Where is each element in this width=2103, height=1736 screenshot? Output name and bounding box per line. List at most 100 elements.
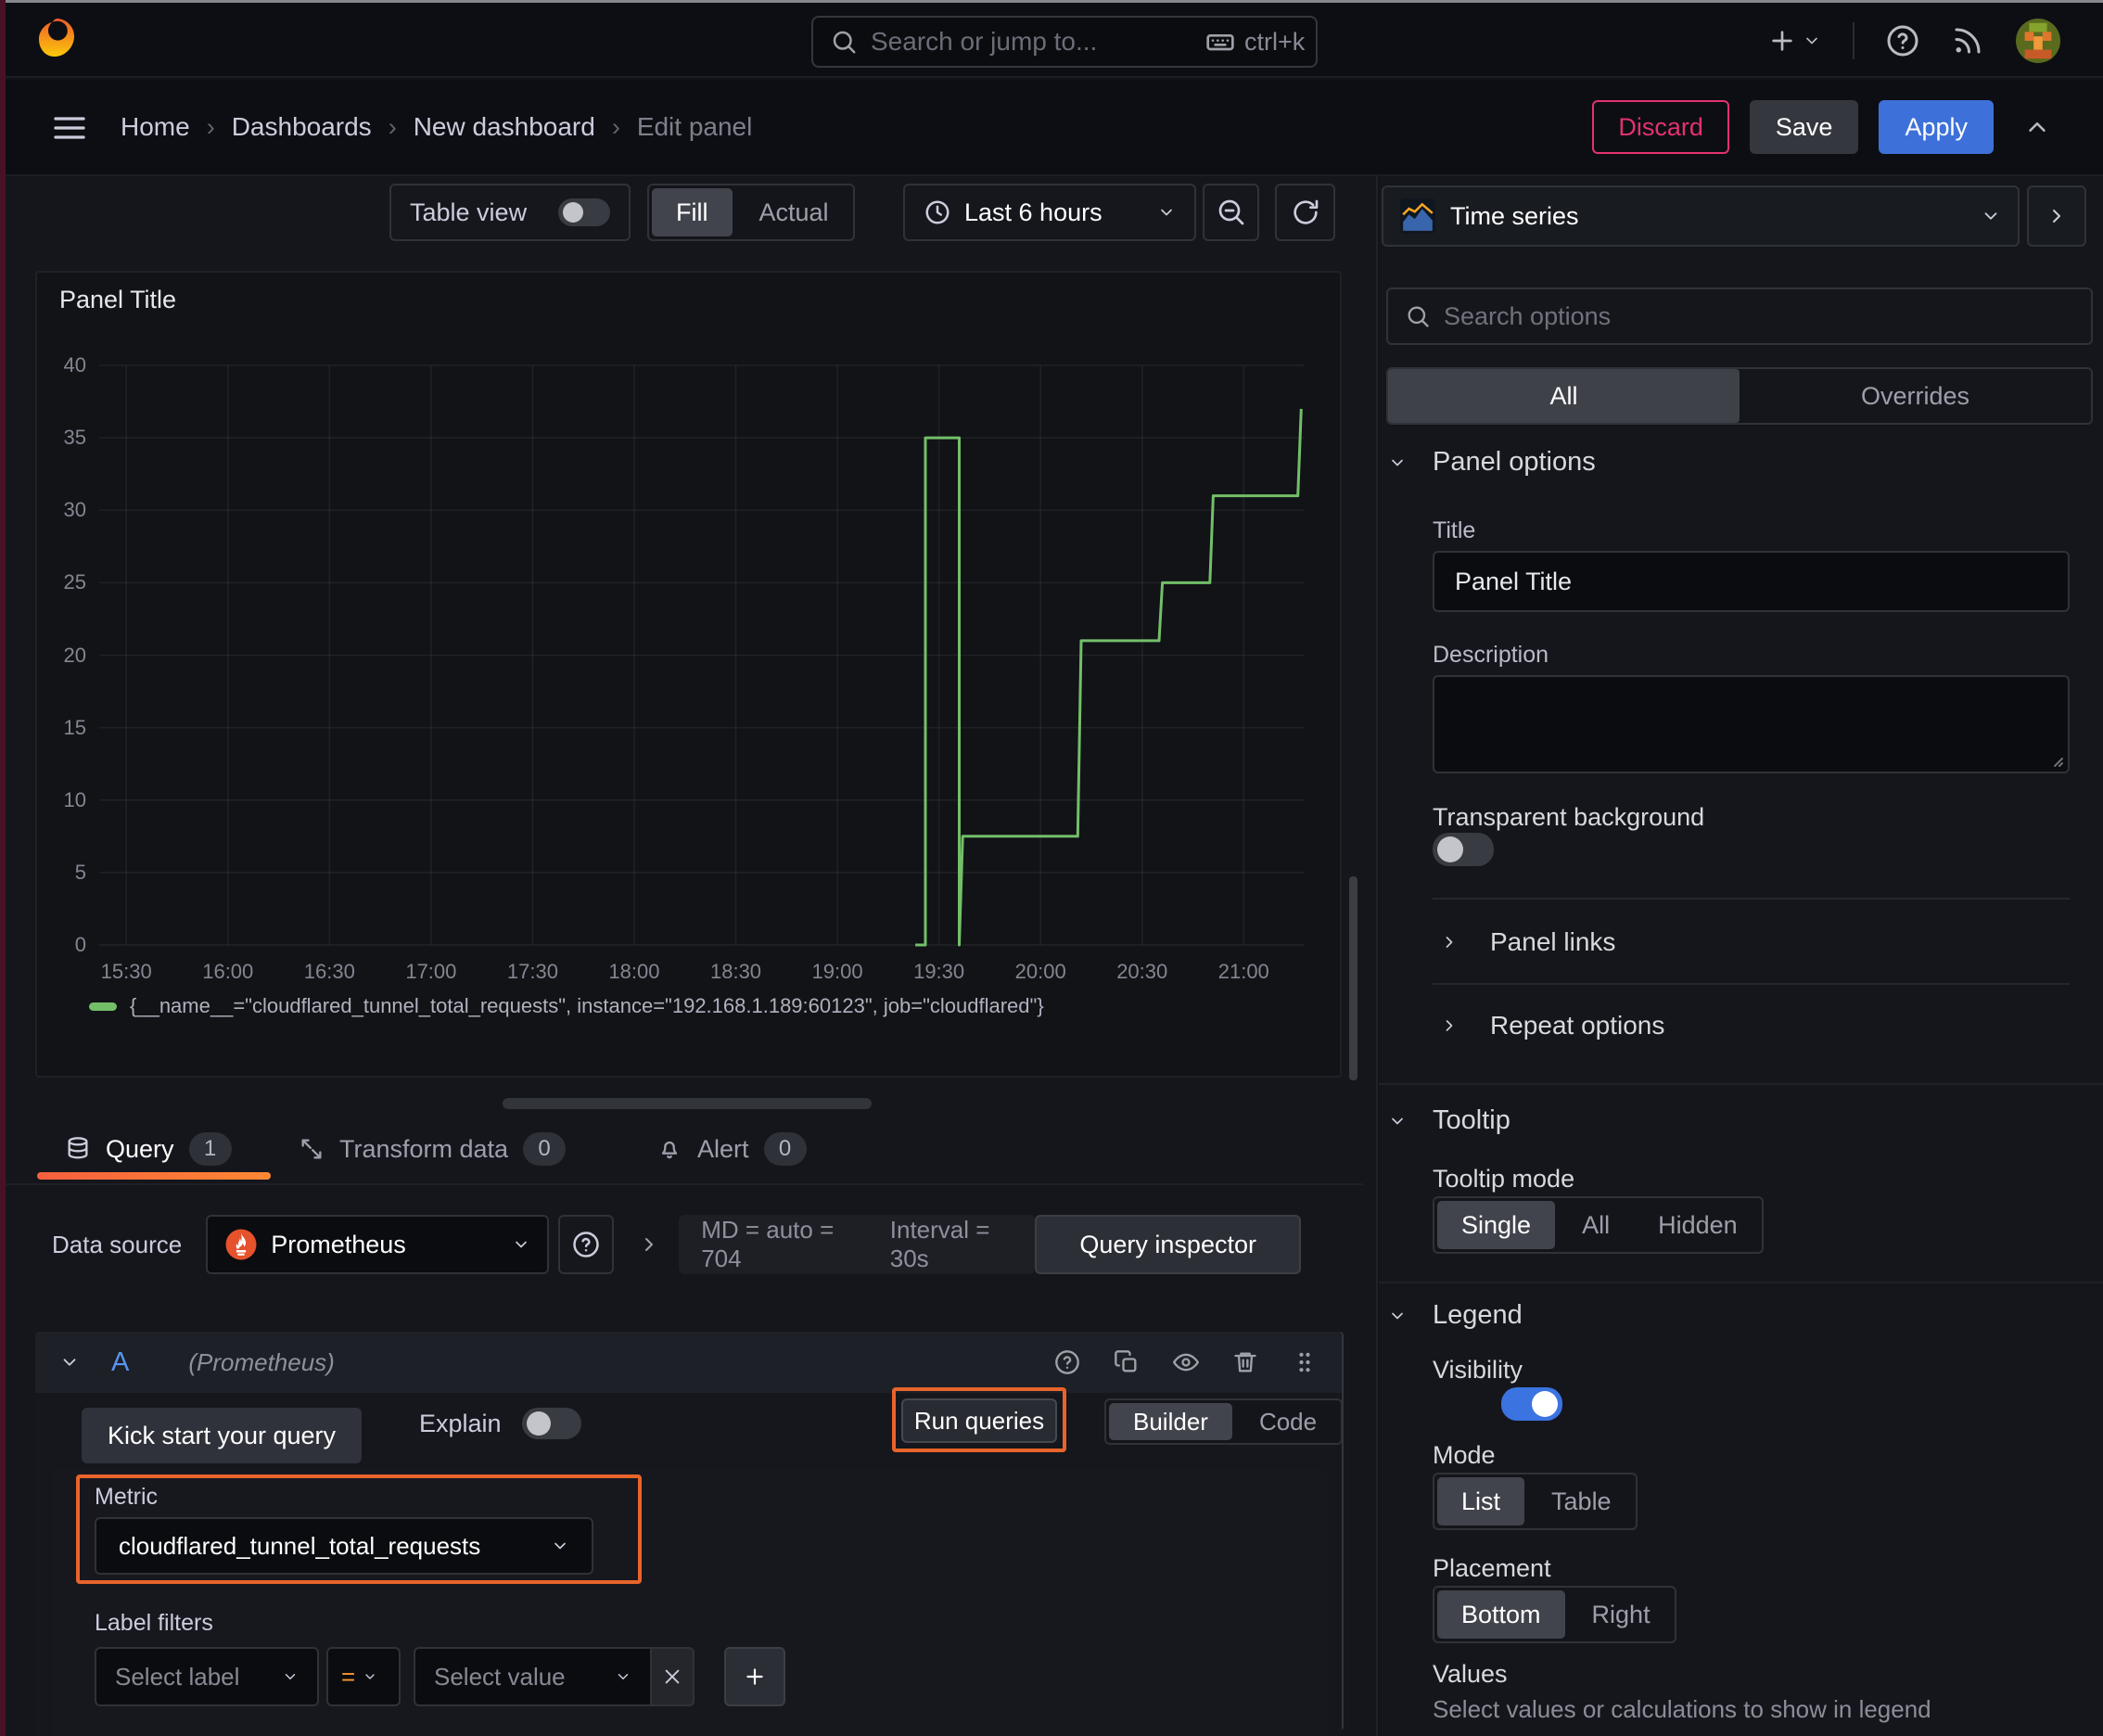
query-builder-body: Metric cloudflared_tunnel_total_requests… [52,1469,1327,1736]
panel-links-section[interactable]: Panel links [1440,918,1615,966]
time-range-picker[interactable]: Last 6 hours [903,184,1196,241]
discard-button[interactable]: Discard [1592,100,1729,154]
nav-divider [1853,21,1854,59]
legend-placement-bottom[interactable]: Bottom [1437,1590,1565,1639]
visibility-label: Visibility [1433,1356,1523,1384]
datasource-help-button[interactable] [558,1215,615,1274]
zoom-out-button[interactable] [1203,184,1259,241]
code-option[interactable]: Code [1235,1400,1341,1443]
chevron-down-icon [365,1674,375,1679]
breadcrumb-separator: › [388,112,397,141]
x-axis-tick: 19:00 [811,960,863,983]
chevron-down-icon [516,1241,528,1248]
toggle-visibility-icon[interactable] [1173,1349,1199,1375]
remove-filter-button[interactable] [650,1647,695,1706]
legend-mode-list[interactable]: List [1437,1477,1525,1525]
options-search[interactable] [1386,287,2093,345]
time-series-chart[interactable]: {__name__="cloudflared_tunnel_total_requ… [37,273,1340,1076]
filter-tab-all[interactable]: All [1388,369,1740,423]
edit-pane: Table view Fill Actual Last 6 hours Pane… [0,176,1378,1736]
tab-transform[interactable]: Transform data 0 [299,1118,567,1180]
grafana-logo[interactable] [35,14,80,64]
x-axis-tick: 17:00 [405,960,457,983]
tooltip-single-option[interactable]: Single [1437,1201,1556,1249]
legend-mode-table[interactable]: Table [1527,1474,1636,1528]
chevron-right-icon[interactable] [638,1233,660,1256]
tooltip-hidden-option[interactable]: Hidden [1634,1198,1762,1252]
collapse-options-button[interactable] [2027,185,2086,247]
panel-title-field[interactable] [1433,551,2070,612]
resize-handle[interactable] [503,1098,872,1109]
tab-alert-label: Alert [697,1134,749,1163]
legend-visibility-toggle[interactable] [1500,1387,1562,1421]
tooltip-all-option[interactable]: All [1558,1198,1634,1252]
metric-value: cloudflared_tunnel_total_requests [119,1531,481,1560]
add-filter-button[interactable] [724,1647,785,1706]
tab-alert-count: 0 [763,1132,807,1166]
visualization-picker[interactable]: Time series [1382,185,2020,247]
chevron-down-icon [63,1359,76,1366]
delete-query-icon[interactable] [1232,1349,1258,1375]
stat-interval: Interval = 30s [889,1216,990,1272]
actual-option[interactable]: Actual [735,185,853,239]
y-axis-tick: 10 [63,787,86,811]
legend-placement-right[interactable]: Right [1568,1588,1675,1641]
chevron-down-icon [1984,212,1997,220]
plus-icon [1772,30,1792,51]
tab-query[interactable]: Query 1 [65,1118,232,1180]
breadcrumb-home[interactable]: Home [121,112,190,142]
select-label-dropdown[interactable]: Select label [95,1647,319,1706]
search-input[interactable] [871,27,1205,57]
legend-header[interactable]: Legend [1388,1300,1523,1331]
apply-button[interactable]: Apply [1879,100,1994,154]
query-help-icon[interactable] [1054,1349,1080,1375]
panel-links-label: Panel links [1490,927,1616,956]
kick-start-query-button[interactable]: Kick start your query [82,1408,362,1463]
save-button[interactable]: Save [1749,100,1859,154]
duplicate-query-icon[interactable] [1114,1349,1140,1375]
breadcrumb-separator: › [206,112,215,141]
x-axis-tick: 21:00 [1217,960,1269,983]
explain-toggle[interactable] [521,1408,581,1439]
collapse-up-icon[interactable] [2023,113,2051,141]
description-textarea[interactable] [1434,677,2068,772]
breadcrumb-new-dashboard[interactable]: New dashboard [414,112,595,142]
chart-legend[interactable]: {__name__="cloudflared_tunnel_total_requ… [89,994,1044,1018]
user-avatar[interactable] [2016,18,2060,63]
panel-title-input[interactable] [1455,567,2047,596]
query-row-header[interactable]: A (Prometheus) [35,1332,1342,1393]
new-menu-button[interactable] [1767,26,1821,56]
query-inspector-button[interactable]: Query inspector [1035,1215,1302,1274]
drag-handle-icon[interactable] [1292,1349,1318,1375]
global-search[interactable]: ctrl+k [811,16,1318,68]
menu-toggle[interactable] [51,109,88,147]
description-field[interactable] [1433,675,2070,773]
select-value-dropdown[interactable]: Select value [414,1647,650,1706]
query-ref-id[interactable]: A [111,1347,129,1378]
table-view-toggle[interactable] [558,198,610,226]
datasource-picker[interactable]: Prometheus [206,1215,550,1274]
tab-alert[interactable]: Alert 0 [656,1118,807,1180]
fill-option[interactable]: Fill [652,188,733,236]
tooltip-header[interactable]: Tooltip [1388,1105,1510,1136]
operator-dropdown[interactable]: = [326,1647,401,1706]
run-queries-button[interactable]: Run queries [901,1398,1057,1443]
bell-icon [656,1136,682,1162]
panel-options-header[interactable]: Panel options [1388,447,1596,478]
filter-tab-overrides[interactable]: Overrides [1740,369,2091,423]
transparent-bg-toggle[interactable] [1433,833,1494,866]
options-search-input[interactable] [1444,301,2074,331]
search-icon [830,28,858,56]
legend-placement-switch: Bottom Right [1433,1586,1676,1643]
metric-select[interactable]: cloudflared_tunnel_total_requests [95,1517,593,1575]
news-icon[interactable] [1951,24,1984,57]
legend-series-label[interactable]: {__name__="cloudflared_tunnel_total_requ… [130,994,1044,1018]
refresh-button[interactable] [1275,184,1335,241]
repeat-options-section[interactable]: Repeat options [1440,1002,1664,1050]
breadcrumb-bar: Home › Dashboards › New dashboard › Edit… [0,80,2103,176]
help-button[interactable] [1886,24,1919,57]
breadcrumb-dashboards[interactable]: Dashboards [232,112,372,142]
scrollbar-thumb[interactable] [1349,876,1357,1080]
y-axis-tick: 0 [74,933,86,956]
builder-option[interactable]: Builder [1109,1403,1232,1440]
